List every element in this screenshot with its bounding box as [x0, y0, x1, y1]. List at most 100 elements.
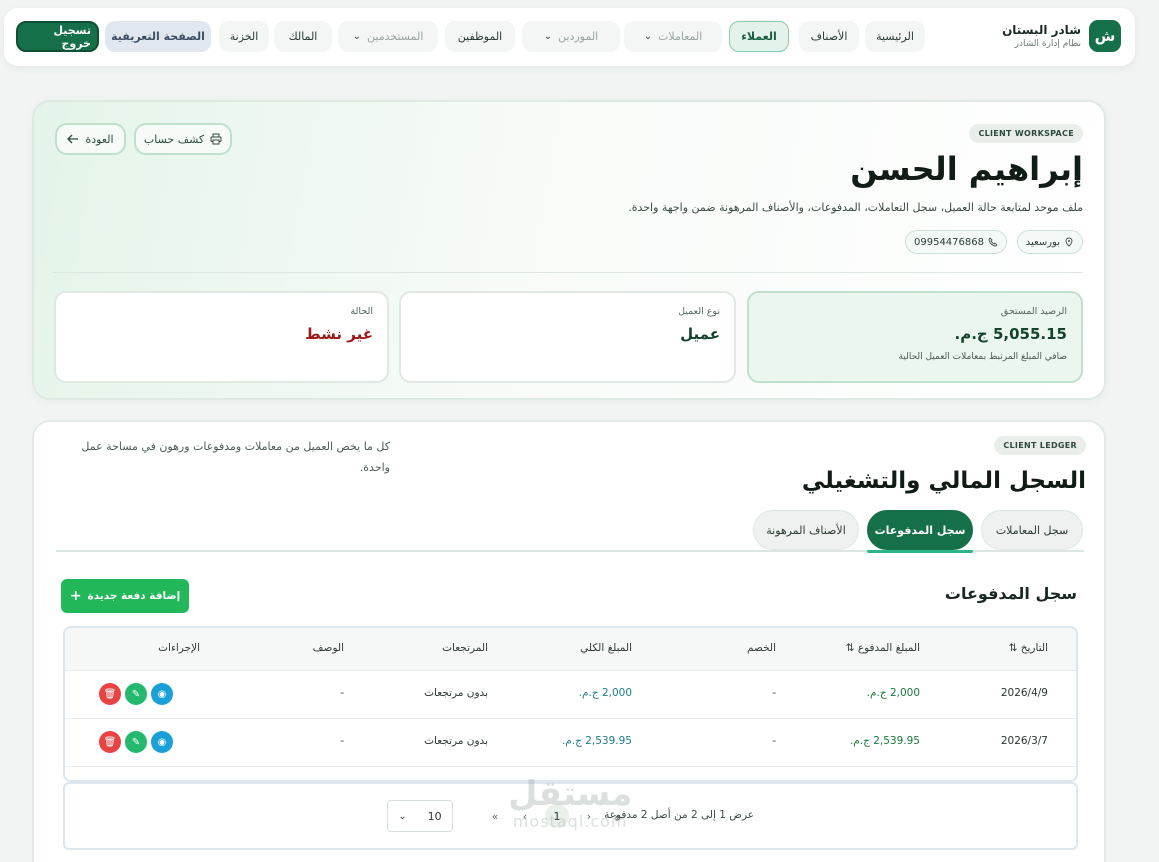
- plus-icon: +: [69, 588, 82, 604]
- tab-transactions[interactable]: سجل المعاملات: [981, 510, 1083, 550]
- view-button[interactable]: ◉: [151, 731, 173, 753]
- col-paid-header[interactable]: المبلغ المدفوع ⇅: [846, 642, 920, 654]
- payments-table: التاريخ ⇅ المبلغ المدفوع ⇅ الخصم المبلغ …: [63, 626, 1078, 782]
- nav-suppliers-dropdown[interactable]: الموردين ⌄: [522, 21, 620, 52]
- cell-total: 2,539.95 ج.م.: [561, 735, 632, 747]
- nav-owner-label: المالك: [288, 30, 318, 43]
- table-pagination: عرض 1 إلى 2 من أصل 2 مدفوعة « ‹ 1 › » 10…: [63, 782, 1078, 850]
- cell-date: 2026/4/9: [1000, 687, 1048, 699]
- nav-users-label: المستخدمين: [367, 30, 424, 43]
- prev-page-icon[interactable]: ‹: [577, 804, 601, 828]
- ledger-description: كل ما يخص العميل من معاملات ومدفوعات وره…: [81, 440, 390, 474]
- cell-total: 2,000 ج.م.: [578, 687, 632, 699]
- table-header: التاريخ ⇅ المبلغ المدفوع ⇅ الخصم المبلغ …: [65, 628, 1076, 671]
- chevron-down-icon: ⌄: [352, 31, 362, 42]
- balance-label: الرصيد المستحق: [1000, 306, 1067, 317]
- view-button[interactable]: ◉: [151, 683, 173, 705]
- statement-label: كشف حساب: [143, 132, 205, 146]
- client-description: ملف موحد لمتابعة حالة العميل، سجل التعام…: [628, 201, 1083, 214]
- nav-clients[interactable]: العملاء: [729, 21, 789, 52]
- sort-icon: ⇅: [845, 642, 855, 654]
- top-navbar: ش شادر البستان نظام إدارة الشادر الرئيسي…: [4, 8, 1135, 66]
- trash-icon: 🗑: [103, 736, 117, 748]
- col-total-header: المبلغ الكلي: [580, 642, 632, 654]
- client-ledger-card: CLIENT LEDGER السجل المالي والتشغيلي كل …: [32, 420, 1106, 862]
- col-discount-header: الخصم: [747, 642, 776, 654]
- table-row: 2026/4/9 2,000 ج.م. - 2,000 ج.م. بدون مر…: [65, 671, 1076, 719]
- cell-paid: 2,000 ج.م.: [866, 687, 920, 699]
- location-pin-icon: [1064, 237, 1074, 247]
- back-label: العودة: [85, 132, 114, 146]
- edit-button[interactable]: ✎: [125, 731, 147, 753]
- active-tab-indicator: [867, 550, 973, 553]
- nav-intro-page[interactable]: الصفحة التعريفية: [105, 21, 211, 52]
- next-page-icon[interactable]: ›: [513, 804, 537, 828]
- status-value: غير نشط: [305, 325, 373, 343]
- statement-button[interactable]: كشف حساب: [134, 123, 232, 155]
- cell-discount: -: [772, 687, 776, 699]
- location-text: بورسعيد: [1025, 236, 1060, 248]
- col-paid-label: المبلغ المدفوع: [857, 642, 920, 654]
- cell-description: -: [340, 687, 344, 699]
- nav-owner[interactable]: المالك: [274, 21, 332, 52]
- phone-chip: 09954476868: [905, 230, 1007, 254]
- page-number-button[interactable]: 1: [545, 804, 569, 828]
- page-size-select[interactable]: 10 ⌄: [387, 800, 453, 832]
- pencil-icon: ✎: [131, 688, 141, 700]
- chevron-down-icon: ⌄: [398, 810, 407, 822]
- nav-employees-label: الموظفين: [457, 30, 503, 43]
- nav-transactions-label: المعاملات: [658, 30, 703, 43]
- payments-section-title: سجل المدفوعات: [944, 584, 1077, 603]
- nav-clients-label: العملاء: [741, 30, 777, 43]
- cell-date: 2026/3/7: [1000, 735, 1048, 747]
- cell-returns: بدون مرتجعات: [424, 687, 488, 699]
- delete-button[interactable]: 🗑: [99, 731, 121, 753]
- col-date-label: التاريخ: [1020, 642, 1048, 654]
- tab-pledged-items[interactable]: الأصناف المرهونة: [753, 510, 859, 550]
- balance-value: 5,055.15 ج.م.: [954, 325, 1067, 343]
- client-name: إبراهيم الحسن: [850, 150, 1083, 188]
- nav-employees[interactable]: الموظفين: [445, 21, 515, 52]
- nav-treasury-label: الخزنة: [229, 30, 259, 43]
- cell-returns: بدون مرتجعات: [424, 735, 488, 747]
- first-page-icon[interactable]: «: [605, 804, 629, 828]
- cell-discount: -: [772, 735, 776, 747]
- printer-icon: [210, 133, 222, 145]
- balance-note: صافي المبلغ المرتبط بمعاملات العميل الحا…: [898, 352, 1067, 362]
- trash-icon: 🗑: [103, 688, 117, 700]
- chevron-down-icon: ⌄: [643, 31, 653, 42]
- nav-transactions-dropdown[interactable]: المعاملات ⌄: [624, 21, 722, 52]
- brand-logo: ش: [1089, 20, 1121, 52]
- client-type-stat-card: نوع العميل عميل: [399, 291, 736, 383]
- nav-treasury[interactable]: الخزنة: [219, 21, 269, 52]
- last-page-icon[interactable]: »: [483, 804, 507, 828]
- nav-users-dropdown[interactable]: المستخدمين ⌄: [338, 21, 438, 52]
- logout-button[interactable]: تسجيل خروج: [16, 21, 99, 52]
- delete-button[interactable]: 🗑: [99, 683, 121, 705]
- ledger-title: السجل المالي والتشغيلي: [801, 468, 1086, 494]
- cell-description: -: [340, 735, 344, 747]
- brand-subtitle: نظام إدارة الشادر: [1014, 39, 1081, 49]
- brand[interactable]: ش شادر البستان نظام إدارة الشادر: [1002, 20, 1121, 52]
- col-date-header[interactable]: التاريخ ⇅: [1009, 642, 1048, 654]
- nav-suppliers-label: الموردين: [558, 30, 599, 43]
- col-returns-header: المرتجعات: [442, 642, 488, 654]
- sort-icon: ⇅: [1008, 642, 1018, 654]
- add-payment-button[interactable]: إضافة دفعة جديدة +: [61, 579, 189, 613]
- nav-items[interactable]: الأصناف: [799, 21, 859, 52]
- logout-label: تسجيل خروج: [53, 23, 91, 50]
- table-row: 2026/3/7 2,539.95 ج.م. - 2,539.95 ج.م. ب…: [65, 719, 1076, 767]
- phone-text: 09954476868: [914, 236, 984, 248]
- edit-button[interactable]: ✎: [125, 683, 147, 705]
- tab-payments[interactable]: سجل المدفوعات: [867, 510, 973, 550]
- location-chip: بورسعيد: [1016, 230, 1083, 254]
- nav-home[interactable]: الرئيسية: [865, 21, 925, 52]
- phone-icon: [988, 237, 998, 247]
- eye-icon: ◉: [157, 736, 167, 748]
- back-button[interactable]: العودة: [55, 123, 126, 155]
- col-description-header: الوصف: [312, 642, 344, 654]
- brand-name: شادر البستان: [1002, 23, 1081, 37]
- page-size-value: 10: [427, 809, 442, 823]
- nav-home-label: الرئيسية: [876, 30, 914, 43]
- ledger-tag: CLIENT LEDGER: [994, 436, 1086, 455]
